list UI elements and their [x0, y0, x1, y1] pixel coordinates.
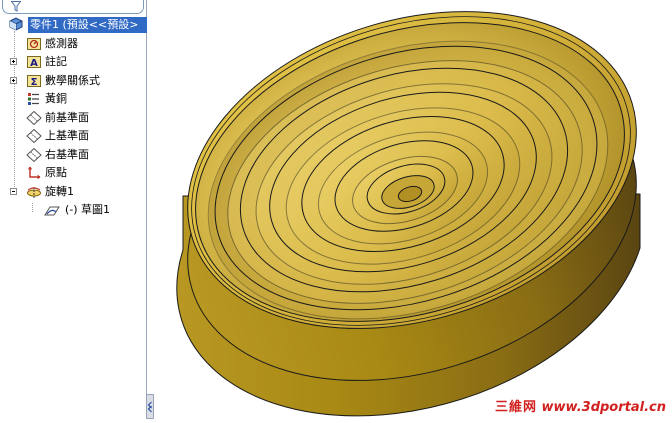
tree-item-annotations[interactable]: A 註記	[0, 53, 147, 72]
expand-toggle[interactable]	[10, 58, 17, 65]
feature-tree: 零件1 (預設<<預設> 感測器 A 註記 Σ 數學關係式 黃銅 前基準面 上基…	[0, 16, 147, 220]
tree-item-label: 原點	[45, 166, 67, 179]
plane-icon	[26, 129, 42, 143]
plane-icon	[26, 110, 42, 125]
site-watermark: 三維网 www.3dportal.cn	[495, 396, 666, 415]
graphics-area[interactable]: 三維网 www.3dportal.cn	[148, 0, 672, 419]
tree-item-label: 註記	[45, 55, 67, 68]
plane-icon	[26, 147, 42, 162]
watermark-url-text: www.3dportal.cn	[541, 400, 666, 415]
svg-text:Σ: Σ	[31, 77, 38, 88]
feature-manager-panel: 零件1 (預設<<預設> 感測器 A 註記 Σ 數學關係式 黃銅 前基準面 上基…	[0, 0, 154, 419]
revolve-icon	[27, 186, 41, 198]
tree-item-sensors[interactable]: 感測器	[0, 35, 147, 54]
tree-item-label: 前基準面	[45, 110, 89, 124]
tree-item-front-plane[interactable]: 前基準面	[0, 109, 147, 128]
tree-filter-bar[interactable]	[2, 0, 144, 14]
collapse-toggle[interactable]	[10, 187, 17, 195]
svg-text:A: A	[30, 58, 38, 69]
tree-item-material[interactable]: 黃銅	[0, 90, 147, 109]
tree-item-label: 旋轉1	[45, 184, 74, 198]
filter-icon[interactable]	[11, 1, 21, 12]
tree-item-label: 上基準面	[45, 129, 89, 142]
tree-item-revolve1[interactable]: 旋轉1	[0, 183, 147, 202]
part-name-label: 零件1 (預設<<預設>	[28, 17, 147, 33]
watermark-chinese-text: 三維网	[494, 400, 537, 415]
tree-item-top-plane[interactable]: 上基準面	[0, 127, 147, 146]
brass-spiral-dish-model[interactable]	[148, 0, 672, 419]
tree-item-right-plane[interactable]: 右基準面	[0, 146, 147, 165]
tree-item-label: 黃銅	[45, 92, 67, 105]
origin-icon	[27, 166, 41, 180]
sketch-icon	[44, 206, 60, 216]
part-icon	[9, 17, 23, 31]
tree-item-sketch1[interactable]: (-) 草圖1	[0, 201, 147, 220]
tree-item-origin[interactable]: 原點	[0, 164, 147, 183]
tree-item-equations[interactable]: Σ 數學關係式	[0, 72, 147, 91]
material-icon	[28, 93, 39, 105]
annotation-icon: A	[27, 56, 41, 69]
tree-item-label: 右基準面	[45, 147, 89, 161]
expand-toggle[interactable]	[10, 76, 17, 84]
tree-item-label: (-) 草圖1	[65, 203, 111, 216]
sensor-icon	[27, 37, 41, 50]
tree-item-label: 數學關係式	[45, 73, 100, 87]
tree-item-label: 感測器	[45, 36, 78, 50]
tree-root-part[interactable]: 零件1 (預設<<預設>	[0, 16, 147, 35]
equation-icon: Σ	[27, 74, 41, 88]
